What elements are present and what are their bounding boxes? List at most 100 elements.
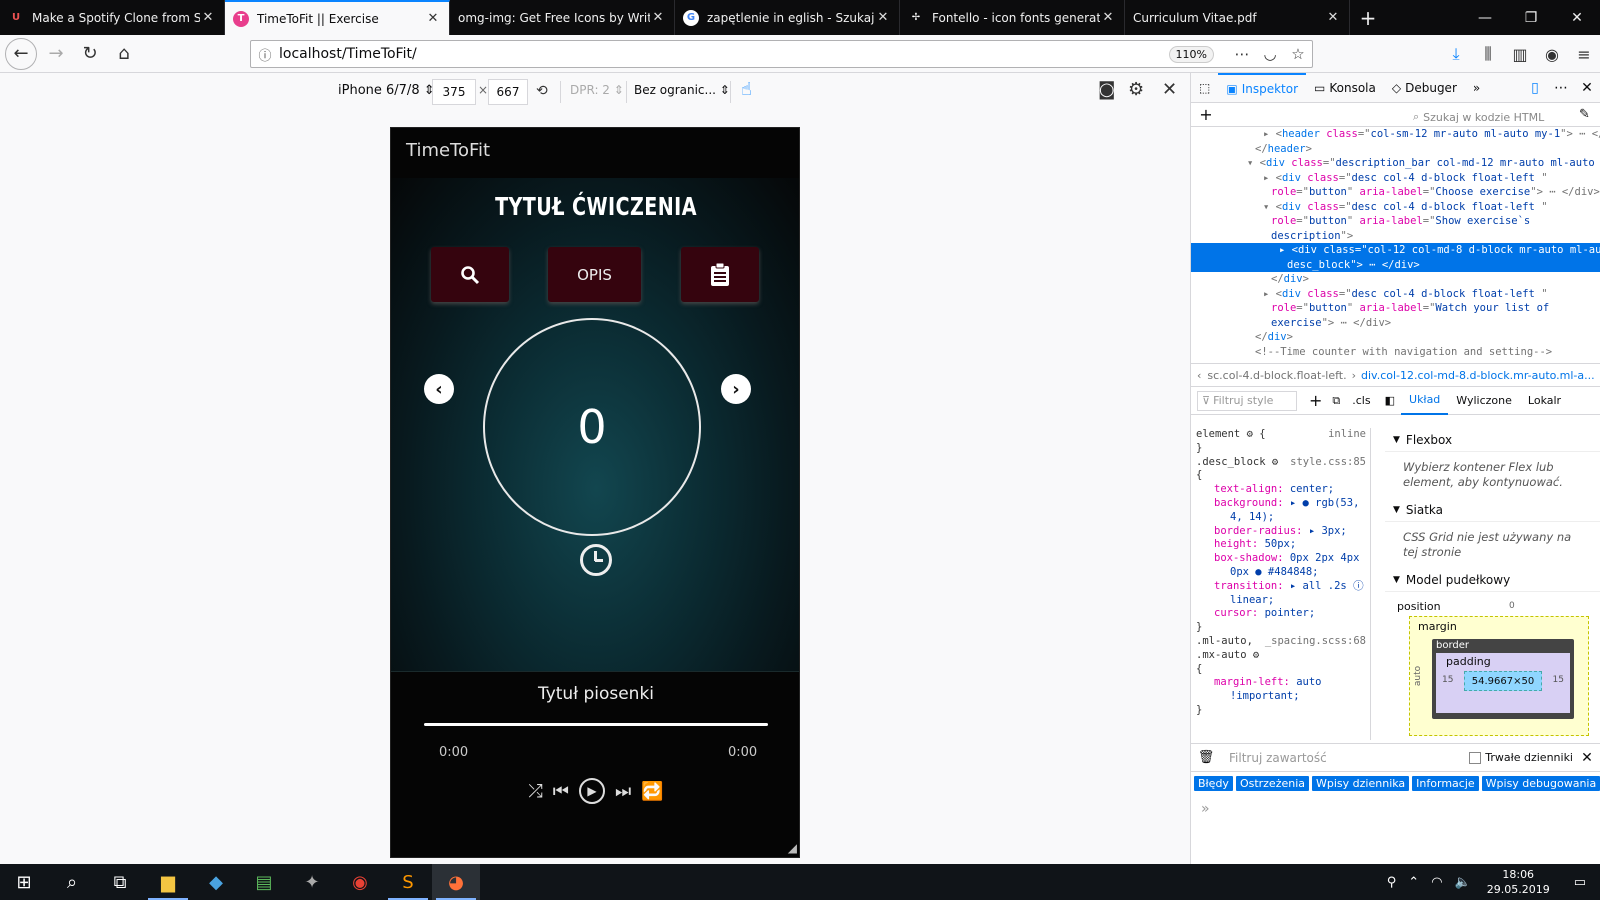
breadcrumb-item-current[interactable]: div.col-12.col-md-8.d-block.mr-auto.ml-a… [1361,369,1595,382]
markup-line[interactable]: role="button" aria-label="Show exercise`… [1191,214,1600,229]
repeat-icon[interactable]: 🔁 [641,781,663,802]
cls-toggle[interactable]: .cls [1352,394,1370,407]
restore-icon[interactable]: ❐ [1508,0,1554,35]
notifications-icon[interactable]: ▭ [1560,875,1600,890]
css-rule-line[interactable]: } [1196,704,1370,718]
css-value[interactable]: pointer; [1265,607,1316,619]
close-window-icon[interactable]: ✕ [1554,0,1600,35]
tab-fontello[interactable]: ✢ Fontello - icon fonts generator ✕ [900,0,1125,35]
css-property[interactable]: margin-left: [1196,676,1296,688]
markup-line[interactable]: ▾ <div class="desc col-4 d-block float-l… [1191,200,1600,215]
markup-line[interactable]: role="button" aria-label="Choose exercis… [1191,185,1600,200]
address-bar[interactable]: ⓘ localhost/TimeToFit/ 110% ⋯ ◡ ☆ [250,40,1313,68]
clock-icon[interactable] [580,544,612,576]
css-value[interactable]: ▸ all .2s ⓘ [1290,580,1364,592]
back-button[interactable]: ← [5,37,37,70]
boxmodel-section[interactable]: ▼ Model pudełkowy [1385,568,1600,592]
start-button[interactable]: ⊞ [0,864,48,900]
menu-icon[interactable]: ≡ [1568,45,1600,64]
viewport-height-input[interactable]: 667 [488,79,528,105]
touch-simulation-icon[interactable]: ☝ [741,79,752,100]
css-property[interactable]: box-shadow: [1196,552,1290,564]
chevron-up-icon[interactable]: ⌃ [1402,875,1425,890]
css-rule-line[interactable]: !important; [1196,690,1370,704]
people-icon[interactable]: ⚲ [1381,875,1403,890]
previous-exercise-button[interactable]: ‹ [424,374,454,404]
forward-button[interactable]: → [41,39,71,69]
content-box[interactable]: 54.9667×50 [1464,671,1542,691]
close-rdm-icon[interactable]: ✕ [1162,79,1177,100]
css-property[interactable]: height: [1196,538,1265,550]
tab-inspector[interactable]: ▣ Inspektor [1218,73,1307,103]
tab-layout[interactable]: Układ [1401,387,1449,415]
eyedropper-icon[interactable]: ✎ [1579,107,1590,122]
more-tabs-icon[interactable]: » [1465,73,1488,103]
css-rule-line[interactable]: linear; [1196,594,1370,608]
tab-cv-pdf[interactable]: Curriculum Vitae.pdf ✕ [1125,0,1350,35]
url-text[interactable]: localhost/TimeToFit/ [279,46,1169,62]
shuffle-icon[interactable]: ⤮ [528,781,542,802]
console-filter-button[interactable]: Wpisy debugowania [1481,776,1600,791]
system-clock[interactable]: 18:06 29.05.2019 [1477,867,1560,897]
viewport-width-input[interactable]: 375 [432,79,476,105]
page-actions-icon[interactable]: ⋯ [1228,45,1256,63]
next-exercise-button[interactable]: › [721,374,751,404]
css-rule-line[interactable]: .desc_block ⚙ style.css:85 [1196,456,1370,470]
rule-source[interactable]: style.css:85 [1290,456,1370,470]
toggle-layout-icon[interactable]: ◧ [1385,394,1395,407]
play-icon[interactable]: ▶ [578,778,605,804]
responsive-mode-icon[interactable]: ▯ [1522,80,1548,96]
tab-omg-img[interactable]: omg-img: Get Free Icons by Writin ✕ [450,0,675,35]
trash-icon[interactable]: 🗑 [1191,750,1221,765]
border-box[interactable]: border padding 15 15 54.9667×50 [1432,639,1574,719]
css-rule-line[interactable]: 0px ● #484848; [1196,566,1370,580]
close-icon[interactable]: ✕ [650,10,666,25]
css-rule-line[interactable]: .ml-auto, _spacing.scss:68 [1196,635,1370,649]
css-value[interactable]: ▸ ● rgb(53, [1290,497,1360,509]
css-rule-line[interactable]: transition: ▸ all .2s ⓘ [1196,580,1370,594]
padding-box[interactable]: padding 15 15 54.9667×50 [1436,653,1570,713]
sublime-button[interactable]: S [384,864,432,900]
close-console-icon[interactable]: ✕ [1573,750,1600,766]
info-icon[interactable]: ⓘ [251,45,279,64]
dpr-selector[interactable]: DPR: 2 ⇕ [570,83,624,97]
screenshot-icon[interactable]: ◙ [1098,79,1115,100]
css-rule-line[interactable]: height: 50px; [1196,538,1370,552]
markup-line[interactable]: ▸ <div class="desc col-4 d-block float-l… [1191,287,1600,302]
device-selector[interactable]: iPhone 6/7/8 ⇕ [338,83,435,98]
devtools-menu-icon[interactable]: ⋯ [1548,80,1574,96]
css-value[interactable]: center; [1290,483,1334,495]
console-filter-button[interactable]: Wpisy dziennika [1312,776,1410,791]
persist-checkbox[interactable] [1469,751,1482,764]
chrome-button[interactable]: ◉ [336,864,384,900]
breadcrumb-back-icon[interactable]: ‹ [1191,369,1207,382]
next-track-icon[interactable]: ⏭ [615,781,631,802]
margin-box[interactable]: margin auto border padding 15 15 54.9667… [1409,616,1589,736]
css-value[interactable]: 50px; [1265,538,1297,550]
download-icon[interactable]: ⤓ [1440,44,1472,64]
html-search-input[interactable]: ⌕ Szukaj w kodzie HTML [1413,107,1568,127]
zoom-indicator[interactable]: 110% [1168,45,1214,63]
minimize-icon[interactable]: — [1462,0,1508,35]
markup-line[interactable]: </div> [1191,330,1600,345]
sidebar-icon[interactable]: ▥ [1504,45,1536,64]
previous-track-icon[interactable]: ⏮ [553,781,569,802]
css-rule-line[interactable]: margin-left: auto [1196,676,1370,690]
css-value[interactable]: auto [1296,676,1321,688]
search-button[interactable]: ⌕ [48,864,96,900]
resize-handle-icon[interactable]: ◢ [788,841,797,855]
css-rule-line[interactable]: 4, 14); [1196,511,1370,525]
rotate-icon[interactable]: ⟲ [536,83,548,99]
firefox-button[interactable]: ◕ [432,864,480,900]
new-tab-button[interactable]: + [1350,0,1386,35]
css-value[interactable]: ▸ 3px; [1309,525,1347,537]
css-rule-line[interactable]: box-shadow: 0px 2px 4px [1196,552,1370,566]
rule-source[interactable]: _spacing.scss:68 [1265,635,1370,649]
markup-line[interactable]: ▾ <div class="description_bar col-md-12 … [1191,156,1600,171]
pocket-icon[interactable]: ◡ [1256,45,1284,63]
reload-button[interactable]: ↻ [75,39,105,69]
app-brand[interactable]: TimeToFit [406,140,490,161]
tab-changes[interactable]: Lokalr [1520,387,1569,415]
tab-console[interactable]: ▭ Konsola [1306,73,1384,103]
markup-line[interactable]: desc_block"> ⋯ </div> [1191,257,1600,272]
